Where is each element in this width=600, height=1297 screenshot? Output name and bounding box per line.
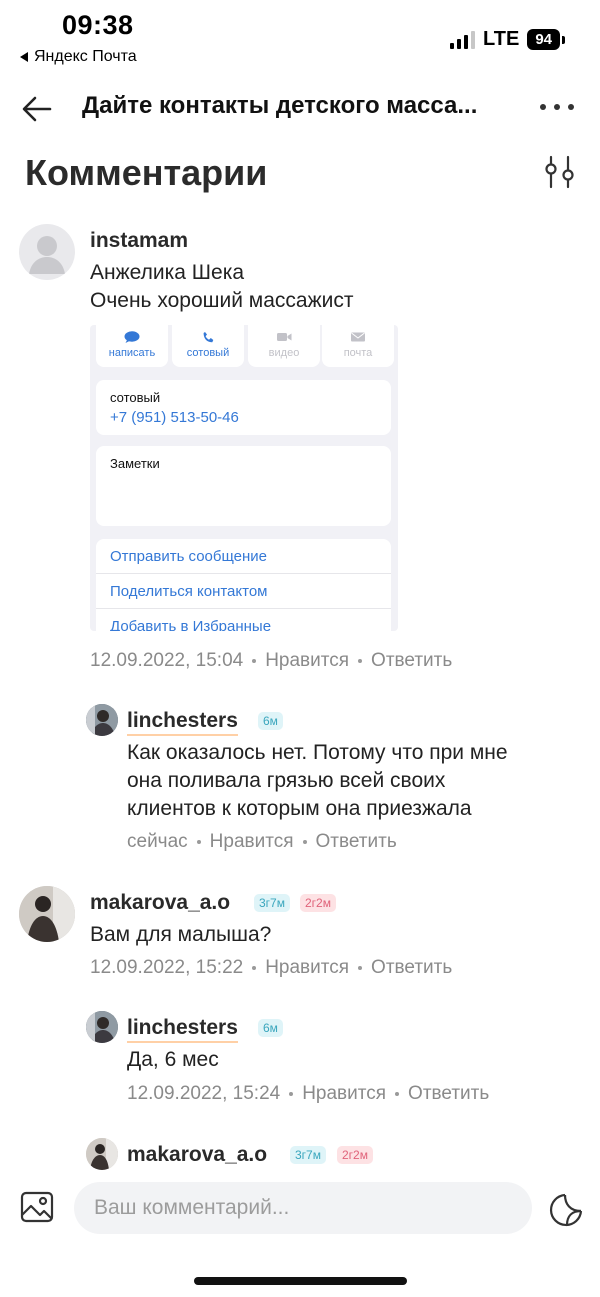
notes-card: Заметки (96, 446, 391, 526)
like-button[interactable]: Нравится (265, 650, 349, 672)
sticker-icon[interactable] (548, 1192, 584, 1228)
like-button[interactable]: Нравится (210, 831, 294, 853)
age-badge: 6м (258, 1019, 283, 1037)
back-triangle-icon (20, 52, 28, 62)
comment-text-line: Вам для малыша? (90, 923, 272, 946)
signal-icon (450, 30, 476, 49)
mail-button: почта (322, 325, 394, 367)
comment-meta: 12.09.2022, 15:04 Нравится Ответить (90, 650, 452, 672)
filter-settings-icon[interactable] (542, 154, 578, 190)
video-button-label: видео (268, 347, 300, 359)
phone-number: +7 (951) 513-50-46 (110, 409, 239, 426)
message-button-label: написать (108, 347, 156, 359)
share-contact-action: Поделиться контактом (96, 574, 391, 609)
comment-username[interactable]: instamam (90, 229, 188, 253)
age-badge: 3г7м (290, 1146, 326, 1164)
comment-meta: 12.09.2022, 15:24 Нравится Ответить (127, 1083, 489, 1105)
contact-screenshot-image[interactable]: написать сотовый видео почта сотовый +7 … (90, 325, 398, 631)
comment-meta: сейчас Нравится Ответить (127, 831, 397, 853)
comment-time: 12.09.2022, 15:04 (90, 650, 244, 671)
back-app-label: Яндекс Почта (34, 48, 137, 65)
avatar[interactable] (86, 704, 118, 736)
video-camera-icon (277, 333, 292, 341)
phone-icon (203, 332, 214, 343)
actions-card: Отправить сообщение Поделиться контактом… (96, 539, 391, 631)
comment-text-line: она поливала грязью всей своих (127, 769, 446, 792)
reply-button[interactable]: Ответить (408, 1083, 489, 1105)
status-indicators: LTE 94 (450, 28, 565, 51)
comment-text-line: клиентов к которым она приезжала (127, 797, 472, 820)
age-badge: 6м (258, 712, 283, 730)
page-title: Комментарии (25, 152, 268, 193)
like-button[interactable]: Нравится (302, 1083, 386, 1105)
comment-input[interactable] (74, 1182, 532, 1234)
network-label: LTE (483, 28, 520, 50)
add-favorites-action: Добавить в Избранные (110, 618, 272, 631)
mail-button-label: почта (343, 347, 373, 359)
comment-time: сейчас (127, 831, 188, 852)
avatar[interactable] (86, 1011, 118, 1043)
image-attach-icon[interactable] (20, 1190, 54, 1224)
message-button: написать (96, 325, 168, 367)
status-time: 09:38 (62, 10, 134, 40)
avatar[interactable] (19, 886, 75, 942)
avatar[interactable] (19, 224, 75, 280)
back-arrow-icon[interactable] (20, 92, 54, 126)
comment-text-line: Анжелика Шека (90, 261, 245, 284)
envelope-icon (351, 332, 365, 342)
comment-username[interactable]: linchesters (127, 709, 238, 736)
notes-label: Заметки (110, 456, 160, 471)
comment-username[interactable]: linchesters (127, 1016, 238, 1043)
back-to-app-link[interactable]: Яндекс Почта (20, 48, 137, 66)
comment-time: 12.09.2022, 15:22 (90, 957, 244, 978)
call-button: сотовый (172, 325, 244, 367)
reply-button[interactable]: Ответить (371, 650, 452, 672)
battery-icon: 94 (527, 29, 565, 50)
phone-card: сотовый +7 (951) 513-50-46 (96, 380, 391, 435)
comment-text-line: Как оказалось нет. Потому что при мне (127, 741, 508, 764)
comment-meta: 12.09.2022, 15:22 Нравится Ответить (90, 957, 452, 979)
age-badge: 3г7м (254, 894, 290, 912)
age-badge: 2г2м (337, 1146, 373, 1164)
comment-time: 12.09.2022, 15:24 (127, 1083, 281, 1104)
age-badge: 2г2м (300, 894, 336, 912)
more-options-icon[interactable] (540, 98, 574, 116)
comment-username[interactable]: makarova_a.o (90, 891, 230, 915)
video-button: видео (248, 325, 320, 367)
avatar[interactable] (86, 1138, 118, 1170)
reply-button[interactable]: Ответить (371, 957, 452, 979)
comment-text-line: Да, 6 мес (127, 1048, 219, 1071)
like-button[interactable]: Нравится (265, 957, 349, 979)
comment-username[interactable]: makarova_a.o (127, 1143, 267, 1167)
phone-label: сотовый (110, 390, 161, 405)
post-title: Дайте контакты детского масса... (82, 92, 478, 119)
speech-bubble-icon (124, 331, 140, 343)
home-indicator (194, 1277, 407, 1285)
send-message-action: Отправить сообщение (96, 539, 391, 574)
call-button-label: сотовый (186, 347, 230, 359)
comment-text-line: Очень хороший массажист (90, 289, 354, 312)
reply-button[interactable]: Ответить (316, 831, 397, 853)
